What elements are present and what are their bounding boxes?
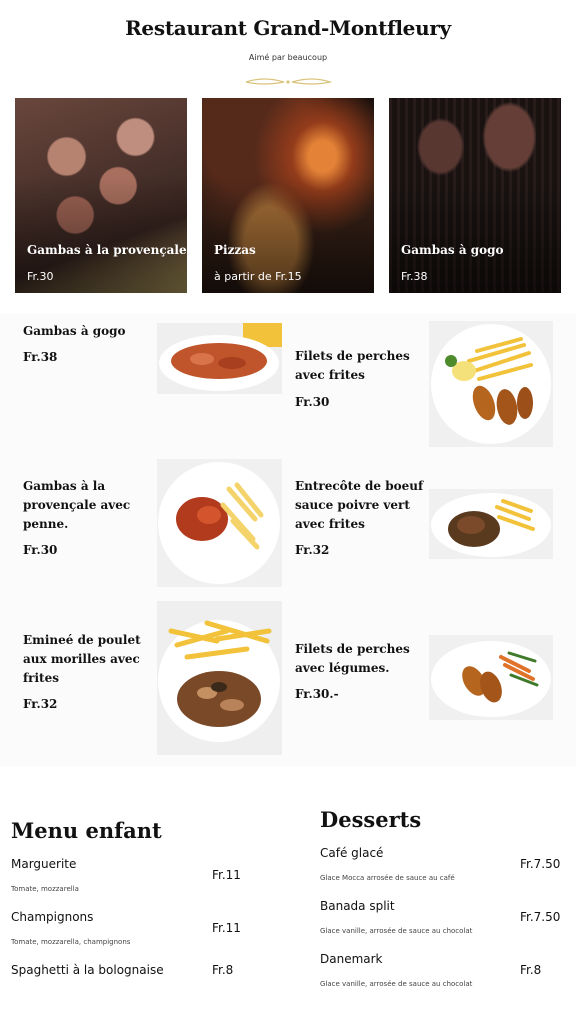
dish-name: Emineé de poulet aux morilles avec frites — [23, 633, 141, 685]
menu-item-desc: Glace vanille, arrosée de sauce au choco… — [320, 927, 473, 935]
dish-price: Fr.30.- — [295, 687, 339, 701]
menu-item-price: Fr.11 — [212, 921, 241, 935]
menu-item-desc: Glace Mocca arrosée de sauce au café — [320, 874, 455, 882]
menu-item-price: Fr.11 — [212, 868, 241, 882]
dish-photo-entrecote — [429, 489, 553, 559]
menu-item-price: Fr.7.50 — [520, 857, 561, 871]
featured-card-pizzas[interactable]: Pizzas à partir de Fr.15 — [202, 98, 374, 293]
dish-photo-filets-frites — [429, 321, 553, 447]
page-subtitle: Aimé par beaucoup — [248, 53, 328, 62]
dish-name: Gambas à la provençale avec penne. — [23, 479, 131, 531]
menu-item-name: Banada split — [320, 899, 395, 913]
featured-name: Gambas à gogo — [401, 243, 504, 257]
dish-price: Fr.38 — [23, 350, 58, 364]
desserts-title: Desserts — [320, 807, 422, 832]
menu-item-name: Danemark — [320, 952, 383, 966]
wheat-ornament-icon — [245, 78, 332, 85]
page-title: Restaurant Grand-Montfleury — [125, 16, 451, 40]
featured-name: Gambas à la provençale — [27, 243, 187, 257]
featured-price: Fr.30 — [27, 270, 54, 283]
dish-price: Fr.32 — [295, 543, 330, 557]
menu-item-desc: Glace vanille, arrosée de sauce au choco… — [320, 980, 473, 988]
featured-price: Fr.38 — [401, 270, 428, 283]
menu-item-name: Champignons — [11, 910, 94, 924]
dish-price: Fr.32 — [23, 697, 58, 711]
featured-card-gambas-provencale[interactable]: Gambas à la provençale Fr.30 — [15, 98, 187, 293]
menu-item-price: Fr.8 — [520, 963, 542, 977]
dish-price: Fr.30 — [23, 543, 58, 557]
dish-price: Fr.30 — [295, 395, 330, 409]
dish-photo-filets-legumes — [429, 635, 553, 720]
dish-name: Gambas à gogo — [23, 324, 126, 338]
featured-name: Pizzas — [214, 243, 256, 257]
menu-item-name: Marguerite — [11, 857, 77, 871]
menu-item-name: Spaghetti à la bolognaise — [11, 963, 164, 977]
featured-card-gambas-gogo[interactable]: Gambas à gogo Fr.38 — [389, 98, 561, 293]
dish-name: Entrecôte de boeuf sauce poivre vert avec … — [295, 479, 424, 531]
dish-photo-gambas-penne — [157, 459, 282, 587]
menu-item-desc: Tomate, mozzarella, champignons — [11, 938, 131, 946]
featured-price: à partir de Fr.15 — [214, 270, 302, 283]
dish-photo-emince-poulet — [157, 601, 282, 755]
dish-name: Filets de perches avec légumes. — [295, 642, 410, 675]
menu-item-desc: Tomate, mozzarella — [11, 885, 79, 893]
menu-item-price: Fr.8 — [212, 963, 234, 977]
dish-name: Filets de perches avec frites — [295, 349, 410, 382]
dish-photo-gambas-gogo — [157, 323, 282, 394]
menu-item-name: Café glacé — [320, 846, 384, 860]
kids-menu-title: Menu enfant — [11, 818, 162, 843]
menu-item-price: Fr.7.50 — [520, 910, 561, 924]
